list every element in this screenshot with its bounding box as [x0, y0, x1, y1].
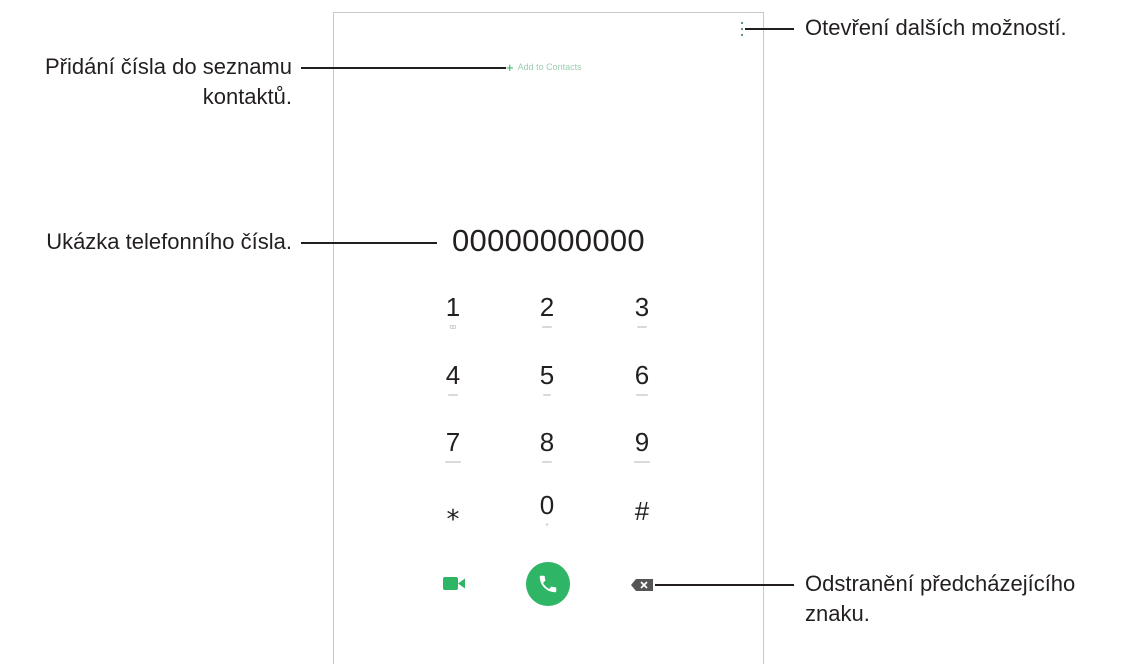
- key-digit: 0: [539, 490, 555, 520]
- callout-line-add-contact: [301, 67, 506, 69]
- key-digit: 7: [445, 427, 461, 457]
- callout-delete-char-line1: Odstranění předcházejícího: [805, 571, 1076, 596]
- dot: [741, 22, 743, 24]
- dot: [741, 34, 743, 36]
- callout-line-more-options: [745, 28, 794, 30]
- add-to-contacts-button[interactable]: + Add to Contacts: [506, 60, 582, 74]
- callout-line-phone-number: [301, 242, 437, 244]
- key-letters: [445, 461, 461, 463]
- callout-add-contact-line2: kontaktů.: [202, 84, 292, 109]
- key-letters: [448, 394, 458, 396]
- key-hash[interactable]: #: [597, 496, 687, 552]
- key-7[interactable]: 7: [408, 427, 498, 483]
- phone-call-icon: [539, 575, 557, 593]
- plus-sub-label: +: [544, 522, 550, 529]
- key-digit: 6: [634, 360, 650, 390]
- key-letters: [542, 461, 552, 463]
- key-2[interactable]: 2: [502, 292, 592, 348]
- key-star[interactable]: ⁎: [408, 496, 498, 552]
- video-call-icon[interactable]: [443, 577, 465, 590]
- key-0[interactable]: 0 +: [502, 490, 592, 546]
- phone-number-display: 00000000000: [452, 223, 645, 258]
- call-button[interactable]: [526, 562, 570, 606]
- key-5[interactable]: 5: [502, 360, 592, 416]
- callout-delete-char: Odstranění předcházejícího znaku.: [805, 569, 1075, 629]
- key-9[interactable]: 9: [597, 427, 687, 483]
- key-digit: 5: [539, 360, 555, 390]
- key-letters: [636, 394, 648, 396]
- voicemail-icon: ꝏ: [449, 324, 457, 331]
- callout-add-contact-line1: Přidání čísla do seznamu: [44, 54, 292, 79]
- key-6[interactable]: 6: [597, 360, 687, 416]
- key-3[interactable]: 3: [597, 292, 687, 348]
- callout-delete-char-line2: znaku.: [805, 601, 870, 626]
- dot: [741, 28, 743, 30]
- backspace-icon[interactable]: [631, 579, 653, 591]
- key-4[interactable]: 4: [408, 360, 498, 416]
- callout-phone-number: Ukázka telefonního čísla.: [46, 229, 292, 254]
- key-digit: 3: [634, 292, 650, 322]
- key-1[interactable]: 1 ꝏ: [408, 292, 498, 348]
- key-8[interactable]: 8: [502, 427, 592, 483]
- key-letters: [543, 394, 551, 396]
- key-letters: [637, 326, 647, 328]
- key-digit: 8: [539, 427, 555, 457]
- key-letters: [542, 326, 552, 328]
- key-digit: 9: [634, 427, 650, 457]
- plus-icon: +: [506, 59, 514, 75]
- key-digit: ⁎: [446, 496, 460, 526]
- key-digit: 4: [445, 360, 461, 390]
- add-to-contacts-label: Add to Contacts: [517, 62, 582, 72]
- key-digit: #: [634, 496, 650, 526]
- key-letters: [634, 461, 650, 463]
- key-digit: 2: [539, 292, 555, 322]
- callout-add-contact: Přidání čísla do seznamu kontaktů.: [0, 52, 292, 112]
- callout-line-delete-char: [655, 584, 794, 586]
- callout-more-options: Otevření dalších možností.: [805, 15, 1067, 40]
- key-digit: 1: [445, 292, 461, 322]
